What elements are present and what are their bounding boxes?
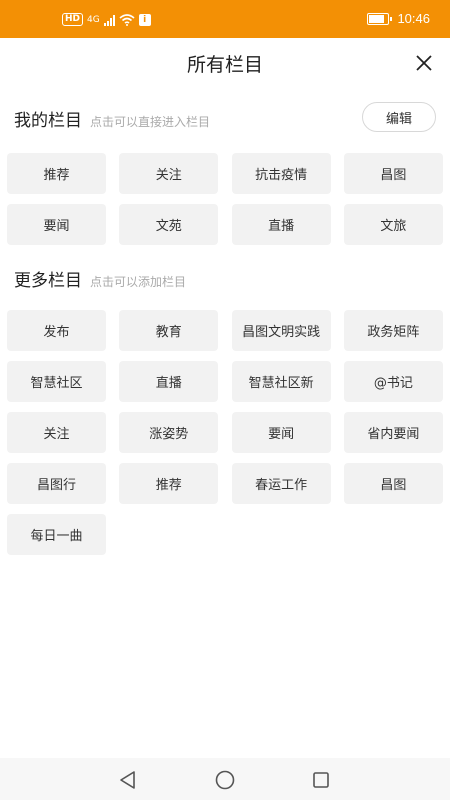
more-channel-item[interactable]: 涨姿势 bbox=[119, 412, 219, 453]
status-icons-right: 10:46 bbox=[367, 11, 430, 26]
my-channel-item[interactable]: 昌图 bbox=[343, 153, 443, 194]
more-channels-title: 更多栏目 bbox=[14, 271, 82, 291]
more-channel-item[interactable]: 昌图行 bbox=[7, 463, 106, 504]
status-bar: HD 4G i 10:46 bbox=[0, 0, 450, 38]
more-channel-item[interactable]: 昌图 bbox=[343, 463, 443, 504]
recents-button[interactable] bbox=[310, 769, 332, 791]
battery-icon bbox=[367, 12, 393, 25]
more-channel-item[interactable]: 发布 bbox=[7, 310, 106, 351]
more-channel-item[interactable]: 要闻 bbox=[231, 412, 331, 453]
more-channel-item[interactable]: 春运工作 bbox=[231, 463, 331, 504]
wifi-icon bbox=[119, 13, 135, 26]
back-triangle-icon bbox=[120, 771, 135, 789]
more-channel-item[interactable]: 智慧社区新 bbox=[231, 361, 331, 402]
more-channel-item[interactable]: 关注 bbox=[7, 412, 106, 453]
close-icon bbox=[416, 55, 432, 71]
home-button[interactable] bbox=[214, 769, 236, 791]
more-channel-item[interactable]: 直播 bbox=[119, 361, 219, 402]
more-channels-header: 更多栏目 点击可以添加栏目 bbox=[14, 266, 186, 291]
close-button[interactable] bbox=[412, 51, 436, 75]
my-channel-item[interactable]: 推荐 bbox=[7, 153, 106, 194]
home-circle-icon bbox=[215, 770, 235, 790]
page-title: 所有栏目 bbox=[186, 54, 263, 76]
more-channels-grid: 发布 教育 昌图文明实践 政务矩阵 智慧社区 直播 智慧社区新 @书记 关注 涨… bbox=[7, 310, 445, 555]
recents-square-icon bbox=[313, 772, 329, 788]
header: 所有栏目 bbox=[0, 38, 450, 88]
network-type-label: 4G bbox=[87, 14, 100, 25]
hd-badge: HD bbox=[62, 13, 84, 26]
my-channel-item[interactable]: 关注 bbox=[119, 153, 219, 194]
more-channel-item[interactable]: @书记 bbox=[343, 361, 443, 402]
back-button[interactable] bbox=[117, 769, 139, 791]
my-channel-item[interactable]: 抗击疫情 bbox=[231, 153, 331, 194]
more-channel-item[interactable]: 每日一曲 bbox=[7, 514, 106, 555]
my-channels-title: 我的栏目 bbox=[14, 111, 82, 131]
clock: 10:46 bbox=[397, 11, 430, 26]
more-channel-item[interactable]: 政务矩阵 bbox=[343, 310, 443, 351]
more-channel-item[interactable]: 教育 bbox=[119, 310, 219, 351]
status-icons-left: HD 4G i bbox=[62, 13, 151, 26]
more-channels-hint: 点击可以添加栏目 bbox=[90, 275, 187, 289]
more-channel-item[interactable]: 昌图文明实践 bbox=[231, 310, 331, 351]
signal-icon bbox=[103, 14, 115, 26]
system-nav-bar bbox=[0, 758, 450, 800]
my-channel-item[interactable]: 文旅 bbox=[343, 204, 443, 245]
my-channels-grid: 推荐 关注 抗击疫情 昌图 要闻 文苑 直播 文旅 bbox=[7, 153, 445, 245]
my-channels-header: 我的栏目 点击可以直接进入栏目 bbox=[14, 106, 210, 131]
my-channel-item[interactable]: 文苑 bbox=[119, 204, 219, 245]
my-channel-item[interactable]: 要闻 bbox=[7, 204, 106, 245]
notification-icon: i bbox=[138, 13, 151, 26]
more-channel-item[interactable]: 推荐 bbox=[119, 463, 219, 504]
my-channels-hint: 点击可以直接进入栏目 bbox=[90, 115, 211, 129]
more-channel-item[interactable]: 省内要闻 bbox=[343, 412, 443, 453]
more-channel-item[interactable]: 智慧社区 bbox=[7, 361, 106, 402]
edit-button[interactable]: 编辑 bbox=[362, 102, 436, 132]
my-channel-item[interactable]: 直播 bbox=[231, 204, 331, 245]
